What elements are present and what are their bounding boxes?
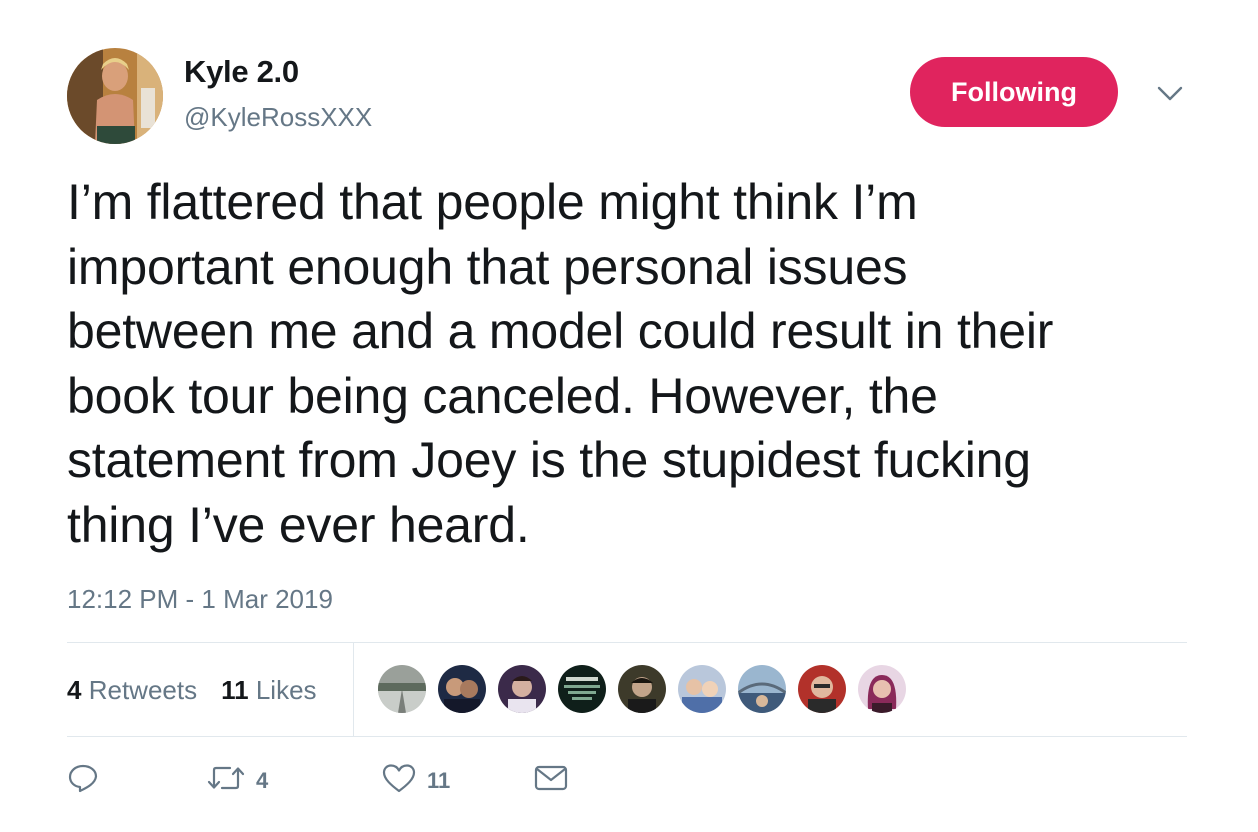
envelope-icon [534,764,568,798]
liker-avatar-woman-pink[interactable] [858,665,906,713]
following-button[interactable]: Following [910,57,1118,127]
liker-avatar-bridge[interactable] [738,665,786,713]
liker-avatar-man-purple[interactable] [498,665,546,713]
like-button[interactable]: 11 [381,762,534,800]
like-count: 11 [427,768,451,793]
retweet-button[interactable]: 4 [206,763,381,799]
liker-avatars [378,665,918,713]
retweet-count: 4 [256,768,269,793]
reply-button[interactable] [67,762,206,800]
liker-avatar-man-dark[interactable] [618,665,666,713]
heart-icon [381,762,417,800]
liker-avatar-man-red[interactable] [798,665,846,713]
likes-label: Likes [255,674,317,705]
likes-count: 11 [221,674,249,705]
tweet-timestamp[interactable]: 12:12 PM - 1 Mar 2019 [67,584,333,615]
retweets-label: Retweets [88,674,198,705]
reply-icon [67,762,99,800]
liker-avatar-group[interactable] [678,665,726,713]
retweets-stat[interactable]: 4 Retweets [67,675,197,706]
retweets-count: 4 [67,674,82,705]
direct-message-button[interactable] [534,764,568,798]
liker-avatar-road[interactable] [378,665,426,713]
author-display-name[interactable]: Kyle 2.0 [184,54,299,90]
tweet-stats: 4 Retweets 11 Likes [67,643,341,737]
tweet-actions: 4 11 [67,756,568,806]
chevron-down-icon[interactable] [1155,82,1185,106]
liker-avatar-couple[interactable] [438,665,486,713]
tweet-text: I’m flattered that people might think I’… [67,174,1054,553]
stats-separator [353,643,354,737]
retweet-icon [206,763,246,799]
divider [67,736,1187,737]
likes-stat[interactable]: 11 Likes [221,675,316,706]
liker-avatar-did-you-know[interactable] [558,665,606,713]
author-avatar[interactable] [67,48,163,144]
author-handle[interactable]: @KyleRossXXX [184,102,372,133]
